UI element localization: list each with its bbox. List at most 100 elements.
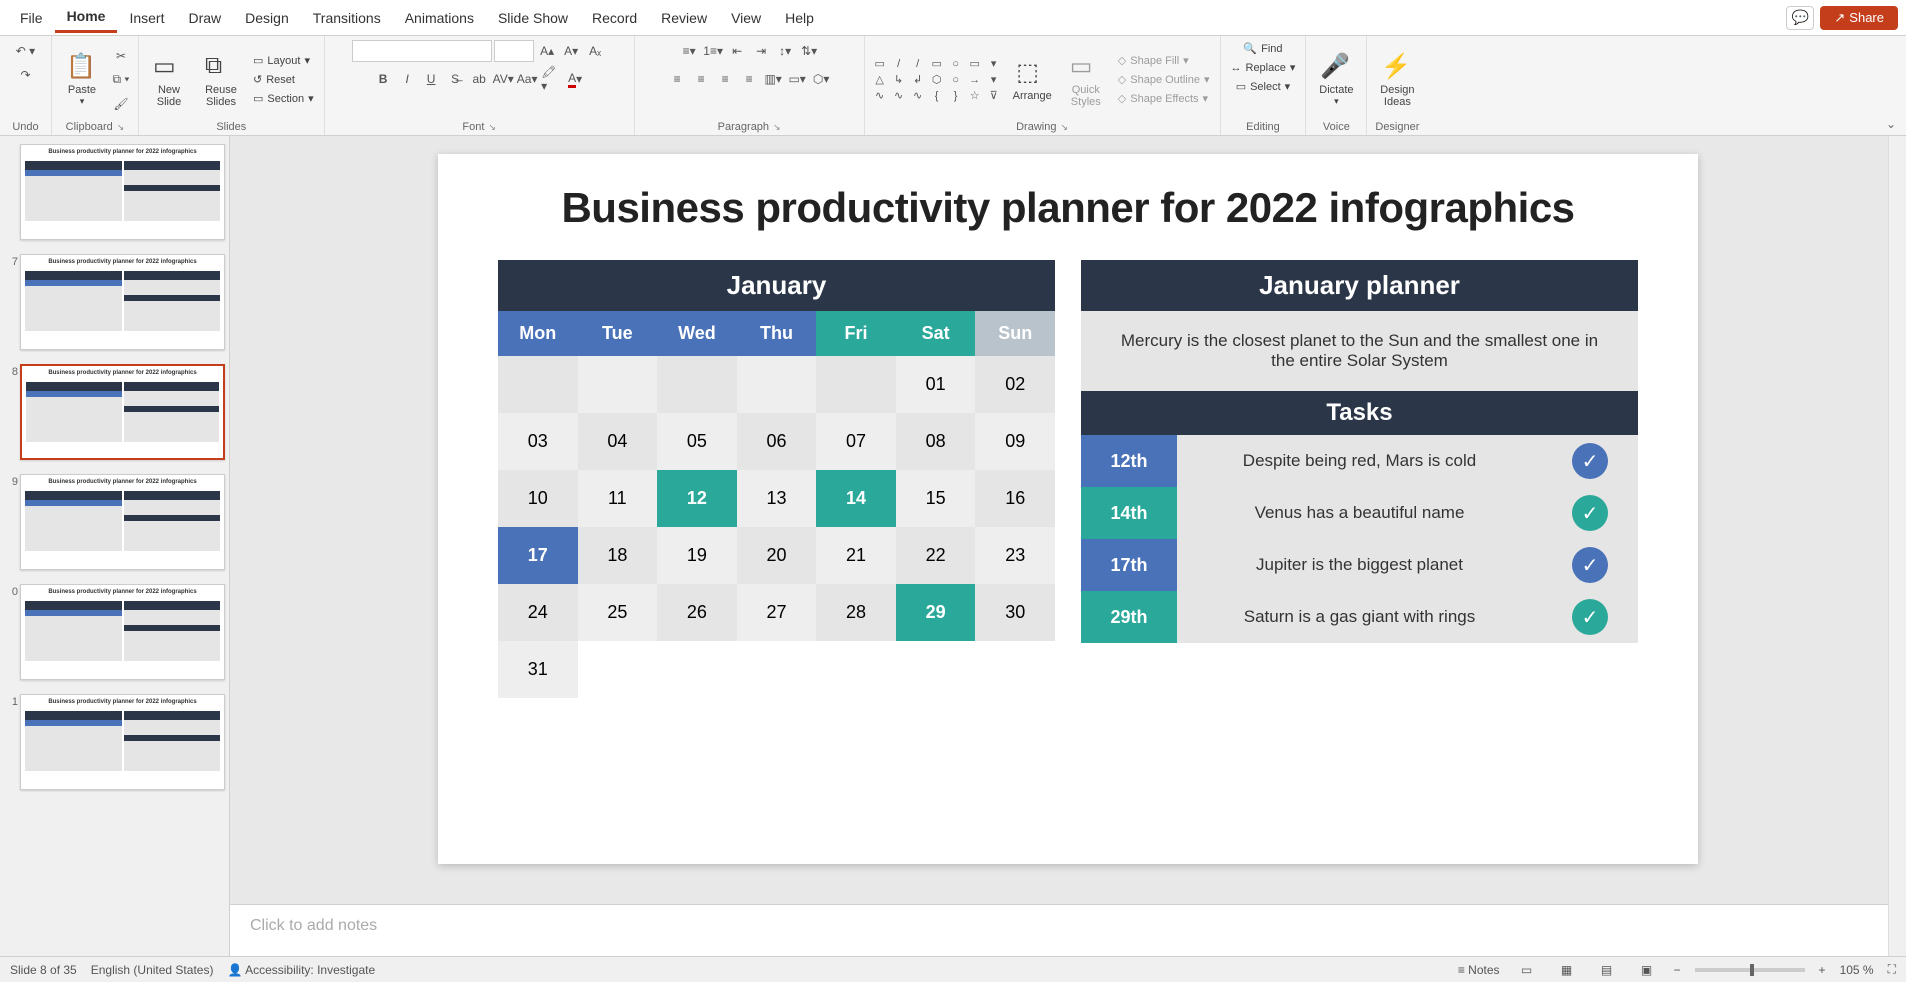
underline-button[interactable]: U	[420, 68, 442, 90]
slide-thumbnail[interactable]: Business productivity planner for 2022 i…	[20, 474, 225, 570]
tab-review[interactable]: Review	[649, 4, 719, 32]
italic-button[interactable]: I	[396, 68, 418, 90]
justify-button[interactable]: ≡	[738, 68, 760, 90]
undo-button[interactable]: ↶ ▾	[15, 40, 37, 62]
font-size-input[interactable]	[494, 40, 534, 62]
slide-thumbnail[interactable]: Business productivity planner for 2022 i…	[20, 694, 225, 790]
slide-thumbnail[interactable]: Business productivity planner for 2022 i…	[20, 144, 225, 240]
thumbnail-wrapper[interactable]: 0Business productivity planner for 2022 …	[4, 584, 225, 680]
dictate-button[interactable]: 🎤 Dictate ▾	[1312, 48, 1360, 111]
shadow-button[interactable]: ab	[468, 68, 490, 90]
notes-toggle[interactable]: ≡ Notes	[1458, 963, 1500, 977]
thumbnail-wrapper[interactable]: 1Business productivity planner for 2022 …	[4, 694, 225, 790]
slide-canvas[interactable]: Business productivity planner for 2022 i…	[438, 154, 1698, 864]
quick-styles-button[interactable]: ▭ Quick Styles	[1062, 48, 1110, 112]
reading-view-button[interactable]: ▤	[1594, 960, 1620, 980]
decrease-font-button[interactable]: A▾	[560, 40, 582, 62]
vertical-scrollbar[interactable]	[1888, 136, 1906, 956]
normal-view-button[interactable]: ▭	[1514, 960, 1540, 980]
thumbnail-wrapper[interactable]: 9Business productivity planner for 2022 …	[4, 474, 225, 570]
text-direction-button[interactable]: ⇅▾	[798, 40, 820, 62]
zoom-level[interactable]: 105 %	[1840, 963, 1874, 977]
share-button[interactable]: ↗Share	[1820, 6, 1898, 30]
tab-insert[interactable]: Insert	[117, 4, 176, 32]
thumbnail-wrapper[interactable]: 7Business productivity planner for 2022 …	[4, 254, 225, 350]
dialog-launcher-icon[interactable]: ↘	[773, 122, 781, 133]
align-right-button[interactable]: ≡	[714, 68, 736, 90]
calendar-cell: 30	[975, 584, 1055, 641]
slide-thumbnail[interactable]: Business productivity planner for 2022 i…	[20, 584, 225, 680]
slide-thumbnail[interactable]: Business productivity planner for 2022 i…	[20, 364, 225, 460]
highlight-button[interactable]: 🖍▾	[540, 68, 562, 90]
font-name-input[interactable]	[352, 40, 492, 62]
select-button[interactable]: ▭ Select ▾	[1232, 78, 1295, 95]
tab-design[interactable]: Design	[233, 4, 301, 32]
line-spacing-button[interactable]: ↕▾	[774, 40, 796, 62]
notes-pane[interactable]: Click to add notes	[230, 904, 1906, 956]
bold-button[interactable]: B	[372, 68, 394, 90]
section-button[interactable]: ▭ Section ▾	[249, 90, 318, 107]
zoom-slider[interactable]	[1695, 968, 1805, 972]
tab-file[interactable]: File	[8, 4, 55, 32]
paste-button[interactable]: 📋 Paste ▾	[58, 48, 106, 111]
decrease-indent-button[interactable]: ⇤	[726, 40, 748, 62]
change-case-button[interactable]: Aa▾	[516, 68, 538, 90]
shape-effects-button[interactable]: ◇ Shape Effects ▾	[1114, 90, 1214, 107]
numbering-button[interactable]: 1≡▾	[702, 40, 724, 62]
format-painter-button[interactable]: 🖌	[110, 93, 132, 115]
tab-transitions[interactable]: Transitions	[301, 4, 393, 32]
shapes-gallery[interactable]: ▭//▭○▭▾ △↳↲⬡○→▾ ∿∿∿{}☆⊽	[871, 56, 1003, 103]
slide-thumbnail[interactable]: Business productivity planner for 2022 i…	[20, 254, 225, 350]
align-center-button[interactable]: ≡	[690, 68, 712, 90]
reuse-slides-button[interactable]: ⧉ Reuse Slides	[197, 48, 245, 112]
new-slide-button[interactable]: ▭ New Slide	[145, 48, 193, 112]
font-color-button[interactable]: A▾	[564, 68, 586, 90]
increase-indent-button[interactable]: ⇥	[750, 40, 772, 62]
bullets-button[interactable]: ≡▾	[678, 40, 700, 62]
tab-slide-show[interactable]: Slide Show	[486, 4, 580, 32]
smartart-button[interactable]: ⬡▾	[810, 68, 832, 90]
shape-outline-button[interactable]: ◇ Shape Outline ▾	[1114, 71, 1214, 88]
shape-fill-button[interactable]: ◇ Shape Fill ▾	[1114, 52, 1214, 69]
replace-button[interactable]: ↔ Replace ▾	[1227, 59, 1300, 76]
collapse-ribbon-button[interactable]: ⌄	[1886, 117, 1896, 135]
arrange-button[interactable]: ⬚ Arrange	[1007, 54, 1058, 106]
thumbnail-wrapper[interactable]: 8Business productivity planner for 2022 …	[4, 364, 225, 460]
dialog-launcher-icon[interactable]: ↘	[117, 122, 125, 133]
accessibility-status[interactable]: 👤 Accessibility: Investigate	[227, 963, 375, 977]
reset-button[interactable]: ↺ Reset	[249, 71, 318, 88]
clear-formatting-button[interactable]: Aₓ	[584, 40, 606, 62]
thumbnail-wrapper[interactable]: Business productivity planner for 2022 i…	[4, 144, 225, 240]
fit-to-window-button[interactable]: ⛶	[1888, 962, 1896, 977]
align-text-button[interactable]: ▭▾	[786, 68, 808, 90]
layout-button[interactable]: ▭ Layout ▾	[249, 52, 318, 69]
thumbnail-number	[4, 144, 20, 146]
sorter-view-button[interactable]: ▦	[1554, 960, 1580, 980]
tab-draw[interactable]: Draw	[176, 4, 233, 32]
zoom-out-button[interactable]: −	[1674, 963, 1681, 977]
dialog-launcher-icon[interactable]: ↘	[488, 122, 496, 133]
strike-button[interactable]: S̶	[444, 68, 466, 90]
redo-button[interactable]: ↷	[15, 64, 37, 86]
columns-button[interactable]: ▥▾	[762, 68, 784, 90]
tab-view[interactable]: View	[719, 4, 773, 32]
dialog-launcher-icon[interactable]: ↘	[1060, 122, 1068, 133]
tab-animations[interactable]: Animations	[393, 4, 486, 32]
tab-help[interactable]: Help	[773, 4, 826, 32]
zoom-in-button[interactable]: +	[1819, 963, 1826, 977]
slide-counter[interactable]: Slide 8 of 35	[10, 963, 77, 977]
char-spacing-button[interactable]: AV▾	[492, 68, 514, 90]
align-left-button[interactable]: ≡	[666, 68, 688, 90]
language-status[interactable]: English (United States)	[91, 963, 214, 977]
tab-record[interactable]: Record	[580, 4, 649, 32]
copy-button[interactable]: ⧉ ▾	[110, 69, 132, 91]
design-ideas-button[interactable]: ⚡ Design Ideas	[1373, 48, 1421, 112]
find-button[interactable]: 🔍 Find	[1239, 40, 1286, 57]
comments-button[interactable]: 💬	[1786, 6, 1814, 30]
increase-font-button[interactable]: A▴	[536, 40, 558, 62]
cut-button[interactable]: ✂	[110, 45, 132, 67]
tab-home[interactable]: Home	[55, 2, 118, 33]
slide-thumbnails-panel[interactable]: Business productivity planner for 2022 i…	[0, 136, 230, 956]
slideshow-view-button[interactable]: ▣	[1634, 960, 1660, 980]
calendar-cell	[737, 641, 817, 698]
